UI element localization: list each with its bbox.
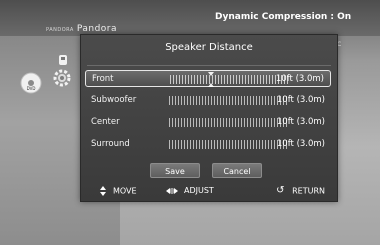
svg-text:DVD: DVD [27,86,36,91]
row-label: Front [92,74,114,84]
row-label: Subwoofer [91,95,137,105]
row-center[interactable]: Center 10ft (3.0m) [85,114,331,131]
pandora-logo-text: Pandora [76,24,118,34]
left-right-arrows-icon [166,186,178,195]
slider-thumb-top [208,72,214,76]
row-value: 10ft (3.0m) [275,74,324,84]
dvd-disc-icon: DVD [20,72,42,94]
return-label: RETURN [292,186,325,196]
row-label: Surround [91,139,130,149]
side-icon-group: DVD [18,55,78,98]
background-status-text: Dynamic Compression : On [215,12,352,22]
save-button[interactable]: Save [150,163,200,178]
move-label: MOVE [113,186,137,196]
pandora-logo-small: PANDORA [46,27,74,33]
speaker-distance-dialog: Speaker Distance Front 10ft (3.0m) Subwo… [80,34,338,202]
distance-slider[interactable] [169,118,287,127]
row-value: 10ft (3.0m) [276,139,325,149]
row-value: 10ft (3.0m) [276,95,325,105]
device-icon [59,55,67,65]
distance-slider[interactable] [169,96,287,105]
distance-slider[interactable] [170,72,288,87]
adjust-hint: ADJUST [166,186,214,195]
gear-icon [53,69,71,87]
adjust-label: ADJUST [184,186,214,195]
row-label: Center [91,117,120,127]
dialog-footer: MOVE ADJUST ↺ RETURN [81,182,337,200]
dialog-title: Speaker Distance [165,42,253,53]
return-arrow-icon: ↺ [276,185,285,196]
slider-thumb-bottom [208,83,214,87]
up-down-arrows-icon [99,186,107,196]
return-hint: ↺ RETURN [276,186,325,196]
move-hint: MOVE [99,186,137,196]
title-divider [87,65,331,66]
distance-slider[interactable] [169,140,287,149]
row-subwoofer[interactable]: Subwoofer 10ft (3.0m) [85,92,331,109]
row-value: 10ft (3.0m) [276,117,325,127]
row-front[interactable]: Front 10ft (3.0m) [85,70,331,87]
pandora-logo: PANDORA Pandora [46,24,117,34]
cancel-button[interactable]: Cancel [212,163,262,178]
row-surround[interactable]: Surround 10ft (3.0m) [85,136,331,153]
